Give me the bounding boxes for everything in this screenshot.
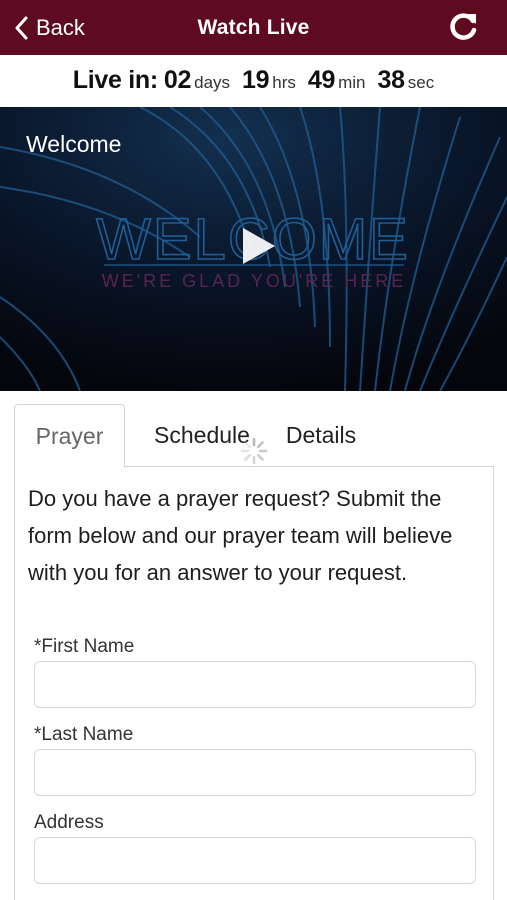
countdown-days: 02	[163, 66, 192, 94]
tab-prayer[interactable]: Prayer	[14, 404, 125, 468]
thumbnail-subtitle: WE'RE GLAD YOU'RE HERE	[102, 271, 407, 291]
video-player[interactable]: WELCOME WE'RE GLAD YOU'RE HERE Welcome	[0, 107, 507, 391]
page-title: Watch Live	[197, 15, 310, 39]
first-name-label: *First Name	[34, 636, 135, 657]
prayer-intro: Do you have a prayer request? Submit the…	[28, 486, 453, 585]
play-icon	[239, 226, 277, 271]
top-bar: Back Watch Live	[0, 0, 507, 55]
refresh-icon	[448, 10, 480, 47]
play-button[interactable]	[236, 226, 280, 270]
countdown-seconds-unit: sec	[407, 73, 435, 92]
address-label: Address	[34, 812, 104, 833]
first-name-input[interactable]	[34, 661, 476, 708]
countdown-minutes-unit: min	[338, 73, 366, 92]
loading-spinner-icon	[240, 437, 268, 465]
countdown-days-unit: days	[194, 73, 231, 92]
live-countdown: Live in: 02 days 19 hrs 49 min 38 sec	[0, 55, 507, 107]
back-button[interactable]: Back	[14, 0, 85, 55]
tab-details[interactable]: Details	[276, 404, 366, 467]
refresh-button[interactable]	[447, 11, 481, 45]
prayer-panel: Do you have a prayer request? Submit the…	[14, 466, 494, 900]
countdown-minutes: 49	[307, 66, 336, 94]
countdown-hours: 19	[242, 66, 270, 94]
back-label: Back	[36, 14, 85, 40]
countdown-hours-unit: hrs	[272, 73, 296, 92]
address-input[interactable]	[34, 837, 476, 884]
countdown-label: Live in:	[72, 66, 158, 94]
last-name-label: *Last Name	[34, 724, 134, 745]
chevron-left-icon	[14, 16, 28, 40]
video-title: Welcome	[26, 131, 122, 157]
last-name-input[interactable]	[34, 749, 476, 796]
countdown-seconds: 38	[377, 66, 406, 94]
